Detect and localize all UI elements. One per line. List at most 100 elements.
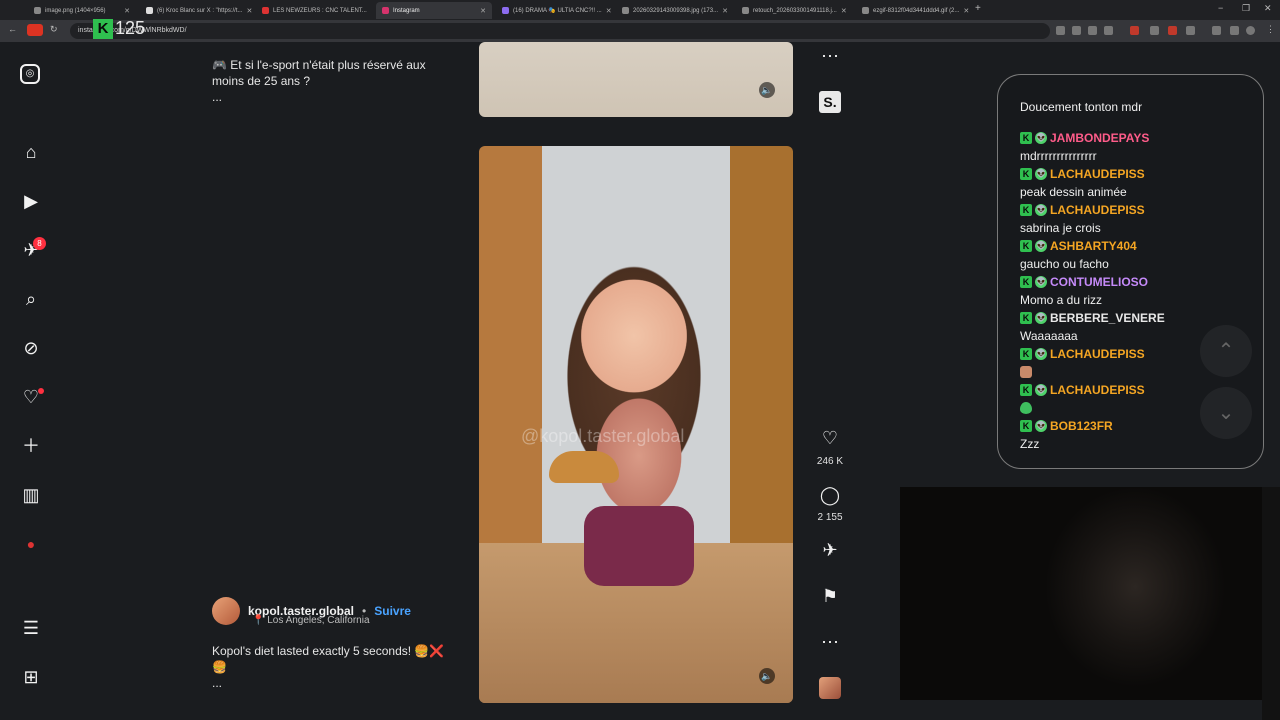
notification-dot [38, 388, 44, 394]
star-icon[interactable] [1104, 26, 1113, 35]
reload-icon[interactable]: ↻ [50, 24, 58, 35]
address-bar[interactable]: instagram.com/p/DWWlNRbkdWD/ [70, 23, 1050, 39]
profile-avatar-icon[interactable]: ● [20, 533, 42, 555]
follow-button[interactable]: Suivre [374, 604, 411, 618]
like-heart-icon[interactable]: ♡ [818, 428, 842, 449]
caption-line: 🍔 [212, 660, 227, 674]
close-icon[interactable]: ✕ [247, 7, 253, 15]
explore-icon[interactable]: ⊘ [20, 337, 42, 359]
close-icon[interactable]: ✕ [963, 7, 969, 15]
alien-badge-icon: 👽 [1035, 132, 1047, 144]
chat-message: K 👽 LACHAUDEPISS peak dessin animée [1020, 166, 1145, 201]
close-icon[interactable]: ✕ [722, 7, 728, 15]
chat-text: Doucement tonton mdr [1020, 100, 1143, 114]
new-tab-button[interactable]: + [975, 3, 981, 14]
zoom-icon[interactable] [1088, 26, 1097, 35]
more-menu-icon[interactable]: ⋮ [1266, 24, 1275, 35]
mute-icon[interactable]: 🔈 [759, 82, 775, 98]
close-icon[interactable]: ✕ [841, 7, 847, 15]
k-badge-icon: K [1020, 276, 1032, 288]
extension-icon[interactable] [1056, 26, 1065, 35]
dashboard-icon[interactable]: ▥ [20, 484, 42, 506]
chat-username: JAMBONDEPAYS [1050, 131, 1150, 145]
search-icon[interactable]: ⌕ [20, 288, 42, 310]
k-badge-icon: K [1020, 168, 1032, 180]
droplet-emote-icon [1020, 402, 1032, 414]
post-location[interactable]: 📍 Los Angeles, California [252, 615, 370, 626]
browser-tab[interactable]: 20260329143009398.jpg (173... ✕ [616, 2, 732, 19]
profile-avatar[interactable] [1246, 26, 1255, 35]
close-icon[interactable]: ✕ [606, 7, 612, 15]
author-avatar[interactable] [212, 597, 240, 625]
restore-icon[interactable]: ❐ [1242, 3, 1250, 14]
alien-badge-icon: 👽 [1035, 384, 1047, 396]
more-options-icon[interactable]: ⋯ [818, 46, 842, 67]
caption-line: moins de 25 ans ? [212, 74, 311, 88]
stream-overlay-logo: K 125 [93, 18, 145, 39]
chat-username: BOB123FR [1050, 419, 1113, 433]
likes-count: 246 K [816, 456, 844, 467]
audio-thumbnail[interactable] [819, 677, 841, 699]
chat-text: Zzz [1020, 437, 1040, 451]
comment-icon[interactable]: ◯ [818, 485, 842, 506]
caption-more[interactable]: ... [212, 89, 462, 105]
youtube-shortcut-icon[interactable] [27, 24, 43, 36]
browser-tab-active[interactable]: Instagram ✕ [376, 2, 492, 19]
mute-icon[interactable]: 🔈 [759, 668, 775, 684]
scroll-up-button[interactable]: ⌃ [1200, 325, 1252, 377]
more-options-icon[interactable]: ⋯ [818, 632, 842, 653]
chat-text: Waaaaaaa [1020, 329, 1078, 343]
share-icon[interactable]: ✈ [818, 540, 842, 561]
instagram-logo-icon[interactable]: ◎ [20, 64, 40, 84]
post-video-top[interactable]: 🔈 [479, 42, 793, 117]
scroll-down-button[interactable]: ⌄ [1200, 387, 1252, 439]
chat-username: BERBERE_VENERE [1050, 311, 1165, 325]
chat-message: K 👽 BERBERE_VENERE Waaaaaaa [1020, 310, 1165, 345]
close-icon[interactable]: ✕ [480, 7, 486, 15]
extensions-puzzle-icon[interactable] [1186, 26, 1195, 35]
chat-username: LACHAUDEPISS [1050, 383, 1145, 397]
caption-more[interactable]: ... [212, 675, 462, 691]
x-logo-icon [146, 7, 153, 14]
k-badge-icon: K [1020, 132, 1032, 144]
extension-icon[interactable] [1072, 26, 1081, 35]
extension-icon[interactable] [1150, 26, 1159, 35]
tab-title: ezgif-8312f04d3441ddd4.gif (2... [873, 7, 960, 14]
webcam-edge [1262, 487, 1280, 720]
save-bookmark-icon[interactable]: ⚑ [818, 586, 842, 607]
post-caption: Kopol's diet lasted exactly 5 seconds! 🍔… [212, 643, 462, 691]
minimize-icon[interactable]: − [1218, 3, 1223, 13]
globe-icon [862, 7, 869, 14]
tab-title: image.png (1404×956) [45, 7, 106, 14]
extension-icon[interactable] [1130, 26, 1139, 35]
menu-icon[interactable]: ☰ [20, 617, 42, 639]
alien-badge-icon: 👽 [1035, 276, 1047, 288]
browser-tab[interactable]: retouch_2026033001491118.j... ✕ [736, 2, 852, 19]
chat-text: mdrrrrrrrrrrrrrrr [1020, 149, 1097, 163]
caption-line: 🎮 Et si l'e-sport n'était plus réservé a… [212, 58, 426, 72]
extension-icon[interactable] [1168, 26, 1177, 35]
create-icon[interactable]: ＋ [20, 435, 42, 457]
sidepanel-icon[interactable] [1230, 26, 1239, 35]
download-icon[interactable] [1212, 26, 1221, 35]
close-icon[interactable]: ✕ [124, 7, 130, 15]
alien-badge-icon: 👽 [1035, 204, 1047, 216]
chat-username: LACHAUDEPISS [1050, 167, 1145, 181]
video-watermark: @kopol.taster.global [521, 426, 685, 446]
browser-tab[interactable]: LES NEWZEURS : CNC TALENT...✕ [256, 2, 368, 19]
home-icon[interactable]: ⌂ [20, 141, 42, 163]
browser-tab[interactable]: ezgif-8312f04d3441ddd4.gif (2... ✕ [856, 2, 972, 19]
reels-icon[interactable]: ▶ [20, 190, 42, 212]
more-apps-icon[interactable]: ⊞ [20, 666, 42, 688]
browser-tab[interactable]: (16) DRAMA 🎭 ULTIA CNC?!! ... ✕ [496, 2, 612, 19]
tab-title: 20260329143009398.jpg (173... [633, 7, 719, 14]
back-icon[interactable]: ← [8, 24, 17, 34]
browser-tab[interactable]: (6) Kroc Blanc sur X : "https://t... ✕ [140, 2, 252, 19]
close-window-icon[interactable]: ✕ [1264, 3, 1272, 14]
browser-tab[interactable]: image.png (1404×956) ✕ [28, 2, 136, 19]
k-badge-icon: K [1020, 204, 1032, 216]
tab-favicon-icon [34, 7, 41, 14]
k-badge-icon: K [1020, 240, 1032, 252]
post-video-main[interactable]: @kopol.taster.global 🔈 [479, 146, 793, 703]
k-badge-icon: K [1020, 420, 1032, 432]
